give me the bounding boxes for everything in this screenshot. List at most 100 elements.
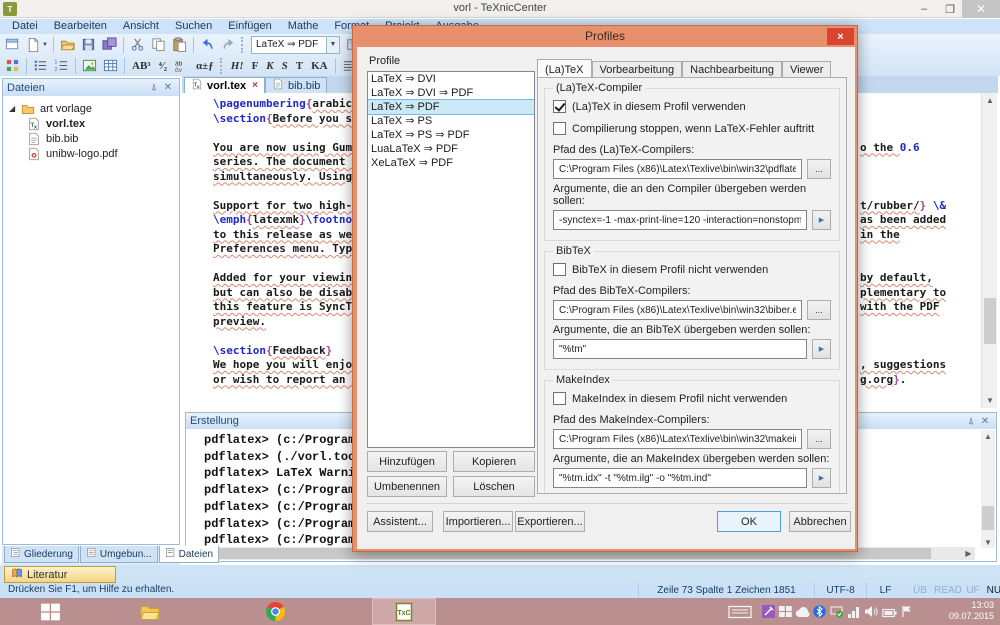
italic-button[interactable]: K (262, 56, 277, 75)
profile-list-item[interactable]: LaTeX ⇒ PS (368, 114, 534, 128)
build-profile-combo-value[interactable]: LaTeX ⇒ PDF (251, 36, 327, 54)
menu-item-suchen[interactable]: Suchen (167, 19, 220, 34)
scroll-up-icon[interactable]: ▲ (982, 93, 998, 108)
panel-tab-umgebun[interactable]: Umgebun... (80, 546, 158, 563)
build-profile-combo[interactable]: LaTeX ⇒ PDF▼ (251, 36, 340, 54)
action-flag-icon[interactable] (901, 605, 912, 623)
superscript-button[interactable]: AB³ (128, 56, 155, 75)
copy-profile-button[interactable]: Kopieren (453, 451, 535, 472)
tree-item-vorl-tex[interactable]: Txvorl.tex (27, 116, 85, 131)
pin-icon[interactable]: ⍋ (964, 414, 978, 428)
rename-profile-button[interactable]: Umbenennen (367, 476, 447, 497)
insert-table-icon[interactable] (100, 56, 121, 75)
taskbar-chrome-button[interactable] (250, 598, 300, 625)
add-profile-button[interactable]: Hinzufügen (367, 451, 447, 472)
menu-item-datei[interactable]: Datei (4, 19, 46, 34)
arguments-input[interactable] (553, 468, 807, 488)
tree-item-bib-bib[interactable]: bib.bib (27, 131, 78, 146)
path-input[interactable] (553, 300, 802, 320)
checkbox[interactable] (553, 122, 566, 135)
scroll-right-icon[interactable]: ▶ (962, 547, 975, 560)
editor-tab-vorl-tex[interactable]: Txvorl.tex× (184, 77, 265, 93)
minimize-button[interactable]: – (912, 0, 936, 18)
dialog-tab-viewer[interactable]: Viewer (782, 61, 831, 77)
browse-button[interactable]: ... (807, 159, 831, 179)
path-input[interactable] (553, 429, 802, 449)
insert-image-icon[interactable] (79, 56, 100, 75)
accent-chars-icon[interactable]: äbôv (171, 56, 192, 75)
volume-icon[interactable] (864, 605, 878, 623)
strike-button[interactable]: S (278, 56, 292, 75)
open-folder-icon[interactable] (57, 35, 78, 54)
cancel-button[interactable]: Abbrechen (789, 511, 851, 532)
toolbar-grip[interactable] (241, 37, 246, 53)
panel-tab-dateien[interactable]: Dateien (159, 546, 219, 563)
smallcaps-button[interactable]: KA (307, 56, 332, 75)
editor-tab-bib-bib[interactable]: bib.bib (265, 77, 327, 93)
expander-icon[interactable]: ◢ (9, 104, 17, 113)
menu-item-einfgen[interactable]: Einfügen (220, 19, 279, 34)
onedrive-cloud-icon[interactable] (795, 605, 811, 623)
windows-defender-icon[interactable] (779, 605, 792, 623)
tools-icon[interactable] (762, 605, 775, 623)
delete-profile-button[interactable]: Löschen (453, 476, 535, 497)
arguments-input[interactable] (553, 210, 807, 230)
bluetooth-icon[interactable] (813, 605, 826, 623)
signal-bars-icon[interactable] (847, 605, 860, 623)
import-button[interactable]: Importieren... (443, 511, 513, 532)
restore-button[interactable]: ❐ (938, 0, 962, 18)
output-vertical-scrollbar[interactable]: ▲ ▼ (981, 430, 995, 548)
scroll-down-icon[interactable]: ▼ (981, 536, 995, 548)
ok-button[interactable]: OK (717, 511, 781, 532)
scroll-up-icon[interactable]: ▲ (981, 430, 995, 442)
new-document-icon[interactable] (23, 35, 44, 54)
wizard-button[interactable]: Assistent... (367, 511, 433, 532)
save-icon[interactable] (78, 35, 99, 54)
keyboard-icon[interactable] (728, 605, 752, 624)
taskbar-clock[interactable]: 13:03 09.07.2015 (949, 600, 994, 622)
editor-scroll-thumb[interactable] (984, 298, 996, 344)
scroll-down-icon[interactable]: ▼ (982, 393, 998, 408)
output-scroll-thumb[interactable] (982, 506, 994, 530)
heading-button[interactable]: H! (227, 56, 248, 75)
fraction-button[interactable]: ⁴⁄₂ (155, 56, 171, 75)
pin-icon[interactable]: ⍋ (147, 81, 161, 95)
tab-literatur[interactable]: Literatur (4, 566, 116, 583)
checkbox[interactable] (553, 263, 566, 276)
save-all-icon[interactable] (99, 35, 120, 54)
typewriter-button[interactable]: T (292, 56, 307, 75)
profile-list-item[interactable]: LaTeX ⇒ DVI ⇒ PDF (368, 86, 534, 100)
export-button[interactable]: Exportieren... (515, 511, 585, 532)
close-button[interactable]: ✕ (962, 0, 1000, 18)
new-project-icon[interactable] (2, 35, 23, 54)
chevron-down-icon[interactable]: ▼ (42, 42, 48, 48)
undo-icon[interactable] (197, 35, 218, 54)
arguments-menu-button[interactable]: ▶ (812, 210, 831, 230)
arguments-menu-button[interactable]: ▶ (812, 339, 831, 359)
browse-button[interactable]: ... (807, 429, 831, 449)
bullet-list-icon[interactable] (30, 56, 51, 75)
bold-button[interactable]: F (248, 56, 263, 75)
checkbox[interactable] (553, 100, 566, 113)
close-icon[interactable]: ✕ (161, 81, 175, 95)
profile-list-item[interactable]: LaTeX ⇒ DVI (368, 72, 534, 86)
math-mode-button[interactable]: α±ƒ (192, 56, 218, 75)
network-check-icon[interactable] (830, 605, 843, 623)
dialog-tab-nachbearbeitung[interactable]: Nachbearbeitung (682, 61, 782, 77)
taskbar-texniccenter-button[interactable]: TxC (372, 598, 436, 625)
profile-list-item[interactable]: LaTeX ⇒ PS ⇒ PDF (368, 128, 534, 142)
arguments-input[interactable] (553, 339, 807, 359)
arguments-menu-button[interactable]: ▶ (812, 468, 831, 488)
tree-item-art-vorlage[interactable]: ◢art vorlage (9, 101, 92, 116)
tree-item-unibw-logo-pdf[interactable]: unibw-logo.pdf (27, 146, 118, 161)
checkbox[interactable] (553, 392, 566, 405)
cut-icon[interactable] (127, 35, 148, 54)
close-icon[interactable]: ✕ (978, 414, 992, 428)
profile-list-item[interactable]: LuaLaTeX ⇒ PDF (368, 142, 534, 156)
path-input[interactable] (553, 159, 802, 179)
paste-icon[interactable] (169, 35, 190, 54)
format-sparkle-icon[interactable] (2, 56, 23, 75)
toolbar-grip[interactable] (220, 58, 225, 74)
browse-button[interactable]: ... (807, 300, 831, 320)
close-tab-icon[interactable]: × (252, 80, 258, 91)
